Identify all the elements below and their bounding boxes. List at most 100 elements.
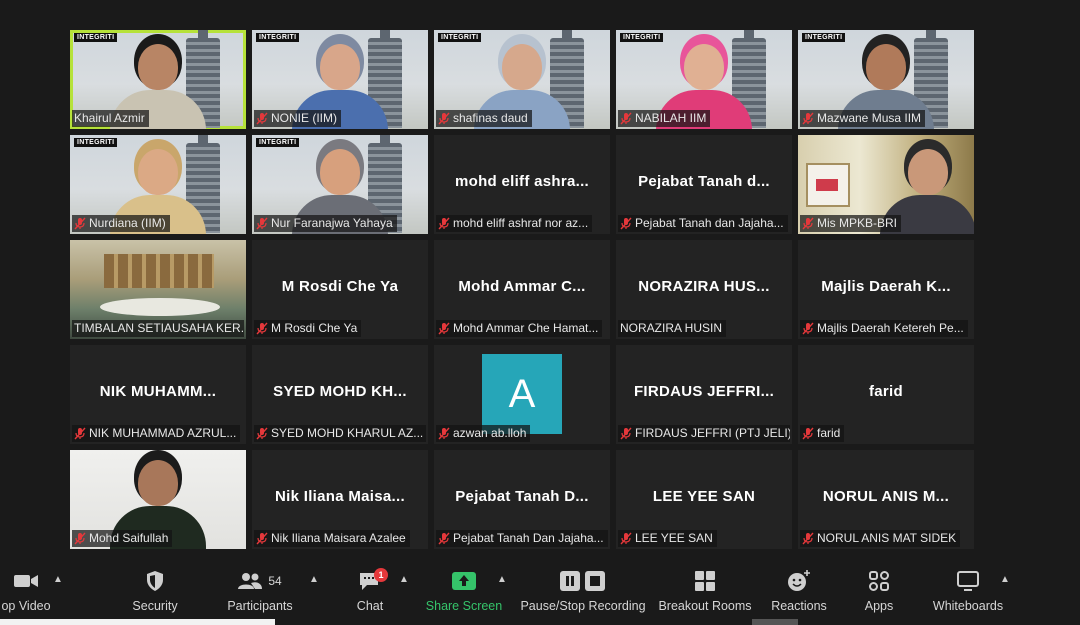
participant-name-large: NORAZIRA HUS...	[638, 278, 770, 295]
participant-tile[interactable]: INTEGRITI Mazwane Musa IIM	[798, 30, 974, 129]
participant-tile[interactable]: INTEGRITI Nur Faranajwa Yahaya	[252, 135, 428, 234]
participant-tile[interactable]: Mohd Saifullah	[70, 450, 246, 549]
participant-tile[interactable]: Mohd Ammar C... Mohd Ammar Che Hamat...	[434, 240, 610, 339]
participant-tile[interactable]: NORUL ANIS M... NORUL ANIS MAT SIDEK	[798, 450, 974, 549]
smiley-plus-icon	[766, 568, 832, 594]
participant-tile[interactable]: NIK MUHAMM... NIK MUHAMMAD AZRUL...	[70, 345, 246, 444]
participant-display-name: Pejabat Tanah dan Jajaha...	[635, 216, 784, 230]
apps-label: Apps	[864, 599, 894, 613]
participant-name-large: mohd eliff ashra...	[454, 173, 590, 190]
participant-name-large: SYED MOHD KH...	[273, 383, 407, 400]
chat-button[interactable]: 1 Chat	[345, 568, 395, 616]
participant-display-name: NONIE (IIM)	[271, 111, 337, 125]
apps-button[interactable]: Apps	[856, 568, 902, 616]
reactions-button[interactable]: Reactions	[766, 568, 832, 616]
wall-picture	[806, 163, 850, 207]
participant-display-name: NIK MUHAMMAD AZRUL...	[89, 426, 237, 440]
participant-name-large: farid	[868, 383, 903, 400]
participant-tile[interactable]: M Rosdi Che Ya M Rosdi Che Ya	[252, 240, 428, 339]
muted-mic-icon	[438, 322, 450, 335]
muted-mic-icon	[74, 427, 86, 440]
participant-name-label: azwan ab.lloh	[436, 425, 531, 442]
breakout-rooms-icon	[656, 568, 754, 594]
chat-options-chevron-icon[interactable]: ▲	[399, 574, 409, 585]
participant-name-label: Mazwane Musa IIM	[800, 110, 926, 127]
participant-tile[interactable]: INTEGRITI NABILAH IIM	[616, 30, 792, 129]
muted-mic-icon	[256, 112, 268, 125]
participant-tile[interactable]: TIMBALAN SETIAUSAHA KER...	[70, 240, 246, 339]
participant-tile[interactable]: Pejabat Tanah D... Pejabat Tanah Dan Jaja…	[434, 450, 610, 549]
participant-display-name: shafinas daud	[453, 111, 528, 125]
muted-mic-icon	[802, 112, 814, 125]
participant-name-large: FIRDAUS JEFFRI...	[633, 383, 775, 400]
participant-display-name: M Rosdi Che Ya	[271, 321, 358, 335]
muted-mic-icon	[620, 112, 632, 125]
participant-name-label: shafinas daud	[436, 110, 532, 127]
recording-button[interactable]: Pause/Stop Recording	[520, 568, 646, 616]
breakout-rooms-button[interactable]: Breakout Rooms	[656, 568, 754, 616]
taskbar-strip	[0, 619, 275, 625]
participant-display-name: LEE YEE SAN	[635, 531, 713, 545]
participant-name-large: Mohd Ammar C...	[458, 278, 586, 295]
participant-tile[interactable]: farid farid	[798, 345, 974, 444]
participant-display-name: azwan ab.lloh	[453, 426, 527, 440]
participant-tile[interactable]: LEE YEE SAN LEE YEE SAN	[616, 450, 792, 549]
participant-tile[interactable]: Majlis Daerah K... Majlis Daerah Ketereh …	[798, 240, 974, 339]
participant-name-label: farid	[800, 425, 845, 442]
muted-mic-icon	[802, 532, 814, 545]
participant-tile[interactable]: NORAZIRA HUS... NORAZIRA HUSIN	[616, 240, 792, 339]
participant-name-large: Nik Iliana Maisa...	[275, 488, 405, 505]
share-options-chevron-icon[interactable]: ▲	[497, 574, 507, 585]
apps-icon	[856, 568, 902, 594]
participant-tile[interactable]: mohd eliff ashra... mohd eliff ashraf nor…	[434, 135, 610, 234]
participants-button[interactable]: 54 Participants	[222, 568, 298, 616]
participant-display-name: Khairul Azmir	[74, 111, 145, 125]
participant-display-name: Nurdiana (IIM)	[89, 216, 166, 230]
participant-tile[interactable]: SYED MOHD KH... SYED MOHD KHARUL AZ...	[252, 345, 428, 444]
participant-display-name: Nur Faranajwa Yahaya	[271, 216, 393, 230]
participant-display-name: TIMBALAN SETIAUSAHA KER...	[74, 321, 244, 335]
participant-name-label: Nik Iliana Maisara Azalee	[254, 530, 410, 547]
meeting-table	[100, 298, 220, 316]
participant-display-name: Nik Iliana Maisara Azalee	[271, 531, 406, 545]
whiteboard-icon	[928, 568, 1008, 594]
participant-name-large: Majlis Daerah K...	[821, 278, 951, 295]
participant-tile[interactable]: FIRDAUS JEFFRI... FIRDAUS JEFFRI (PTJ JEL…	[616, 345, 792, 444]
participant-name-label: M Rosdi Che Ya	[254, 320, 362, 337]
meeting-toolbar: op Video ▲ Security 54 Participants ▲ 1 …	[0, 562, 1080, 625]
security-button[interactable]: Security	[125, 568, 185, 616]
participant-display-name: Mohd Ammar Che Hamat...	[453, 321, 599, 335]
participant-tile[interactable]: INTEGRITI Nurdiana (IIM)	[70, 135, 246, 234]
participant-display-name: NORUL ANIS MAT SIDEK	[817, 531, 957, 545]
participant-tile[interactable]: INTEGRITI NONIE (IIM)	[252, 30, 428, 129]
video-options-chevron-icon[interactable]: ▲	[53, 574, 63, 585]
participant-name-large: NORUL ANIS M...	[822, 488, 950, 505]
chat-label: Chat	[356, 599, 384, 613]
participant-tile[interactable]: INTEGRITI shafinas daud	[434, 30, 610, 129]
participants-options-chevron-icon[interactable]: ▲	[309, 574, 319, 585]
participant-name-large: M Rosdi Che Ya	[281, 278, 399, 295]
participant-tile[interactable]: INTEGRITI Khairul Azmir	[70, 30, 246, 129]
share-screen-button[interactable]: Share Screen	[424, 568, 504, 616]
share-screen-label: Share Screen	[425, 599, 503, 613]
participant-display-name: NORAZIRA HUSIN	[620, 321, 723, 335]
participant-tile[interactable]: Nik Iliana Maisa... Nik Iliana Maisara Az…	[252, 450, 428, 549]
participant-name-label: Majlis Daerah Ketereh Pe...	[800, 320, 968, 337]
participant-display-name: SYED MOHD KHARUL AZ...	[271, 426, 424, 440]
pause-stop-icon	[520, 568, 646, 594]
stop-video-label: op Video	[1, 599, 51, 613]
muted-mic-icon	[802, 427, 814, 440]
stop-video-button[interactable]: op Video	[0, 568, 56, 616]
whiteboards-button[interactable]: Whiteboards	[928, 568, 1008, 616]
whiteboards-options-chevron-icon[interactable]: ▲	[1000, 574, 1010, 585]
participant-tile[interactable]: Aazwan ab.lloh	[434, 345, 610, 444]
participant-name-large: Pejabat Tanah D...	[455, 488, 589, 505]
participant-tile[interactable]: Pejabat Tanah d... Pejabat Tanah dan Jaja…	[616, 135, 792, 234]
participant-tile[interactable]: Mis MPKB-BRI	[798, 135, 974, 234]
participant-name-label: Mohd Saifullah	[72, 530, 173, 547]
participant-display-name: farid	[817, 426, 841, 440]
muted-mic-icon	[256, 427, 268, 440]
shield-icon	[125, 568, 185, 594]
participants-label: Participants	[227, 599, 293, 613]
muted-mic-icon	[438, 112, 450, 125]
